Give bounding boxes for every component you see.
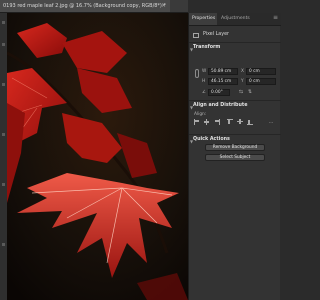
align-left-icon[interactable] xyxy=(194,119,200,125)
tool-icon[interactable] xyxy=(2,83,5,86)
width-label: W xyxy=(202,69,207,74)
y-label: Y xyxy=(241,79,244,84)
tool-icon[interactable] xyxy=(2,133,5,136)
divider xyxy=(189,134,281,135)
angle-icon: ∠ xyxy=(202,90,206,95)
angle-field[interactable]: 0.00° xyxy=(208,89,230,96)
tab-properties[interactable]: Properties xyxy=(189,13,217,25)
remove-background-button[interactable]: Remove Background xyxy=(205,144,265,151)
flip-vertical-icon[interactable]: ⇅ xyxy=(246,89,254,95)
tool-icon[interactable] xyxy=(2,43,5,46)
transform-title: Transform xyxy=(193,45,221,50)
divider xyxy=(189,100,281,101)
close-tab-icon[interactable]: × xyxy=(161,0,166,12)
align-label: Align: xyxy=(194,112,207,117)
tab-adjustments[interactable]: Adjustments xyxy=(218,13,250,25)
pixel-layer-icon xyxy=(193,33,199,38)
x-field[interactable]: 0 cm xyxy=(246,68,276,75)
tool-icon[interactable] xyxy=(2,183,5,186)
align-top-icon[interactable] xyxy=(227,119,233,125)
document-tab[interactable]: 0193 red maple leaf 2.jpg @ 16.7% (Backg… xyxy=(0,0,170,12)
align-right-icon[interactable] xyxy=(214,119,220,125)
tool-icon[interactable] xyxy=(2,21,5,24)
maple-leaf-photo xyxy=(7,13,188,300)
toolbar-strip xyxy=(0,13,7,300)
document-canvas[interactable] xyxy=(7,13,188,300)
panel-tab-bar: Properties Adjustments ≡ xyxy=(189,13,281,26)
height-field[interactable]: 46.15 cm xyxy=(208,78,238,85)
align-bottom-icon[interactable] xyxy=(247,119,253,125)
quick-actions-title: Quick Actions xyxy=(193,137,230,142)
width-field[interactable]: 50.89 cm xyxy=(208,68,238,75)
layer-type-label: Pixel Layer xyxy=(203,32,229,37)
align-horizontal-center-icon[interactable] xyxy=(204,119,210,125)
align-vertical-center-icon[interactable] xyxy=(237,119,243,125)
panel-menu-icon[interactable]: ≡ xyxy=(273,14,278,21)
height-label: H xyxy=(202,79,206,84)
select-subject-button[interactable]: Select Subject xyxy=(205,154,265,161)
divider xyxy=(189,42,281,43)
align-distribute-title: Align and Distribute xyxy=(193,103,248,108)
document-tab-title: 0193 red maple leaf 2.jpg @ 16.7% (Backg… xyxy=(3,3,166,9)
properties-panel: Properties Adjustments ≡ Pixel Layer ▼ T… xyxy=(188,13,281,300)
document-tab-bar: 0193 red maple leaf 2.jpg @ 16.7% (Backg… xyxy=(0,0,188,13)
tool-icon[interactable] xyxy=(2,243,5,246)
link-icon[interactable] xyxy=(195,69,199,78)
x-label: X xyxy=(241,69,244,74)
y-field[interactable]: 0 cm xyxy=(246,78,276,85)
flip-horizontal-icon[interactable]: ⇆ xyxy=(237,89,245,95)
more-options-icon[interactable]: … xyxy=(267,119,275,125)
